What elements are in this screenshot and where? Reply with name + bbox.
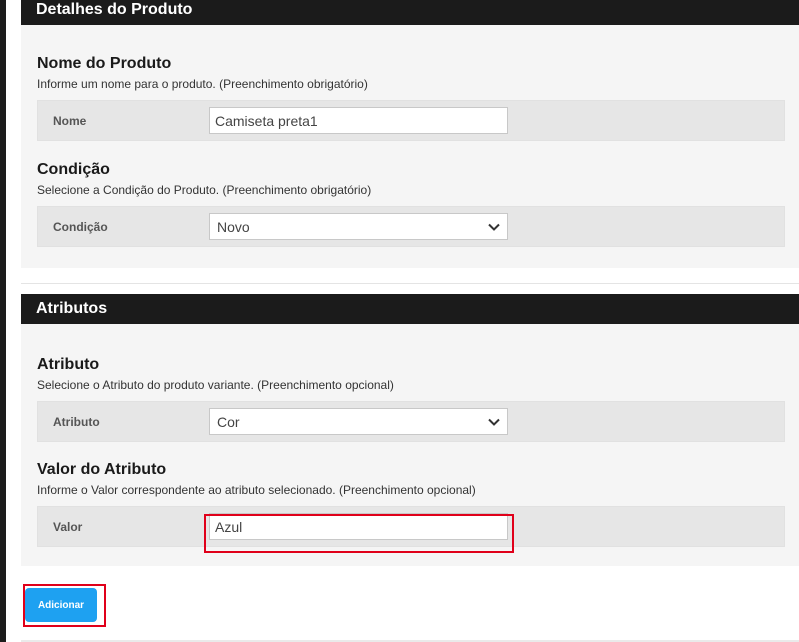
name-section-title: Nome do Produto bbox=[37, 55, 172, 72]
value-section-title: Valor do Atributo bbox=[37, 461, 167, 478]
product-details-panel: Detalhes do Produto Nome do Produto Info… bbox=[21, 0, 799, 284]
name-field-row: Nome Camiseta preta1 bbox=[37, 100, 785, 141]
condition-field-label: Condição bbox=[53, 219, 108, 234]
attributes-header: Atributos bbox=[21, 294, 799, 324]
condition-field-row: Condição Novo bbox=[37, 206, 785, 247]
attribute-select[interactable]: Cor bbox=[209, 408, 508, 435]
left-border bbox=[0, 0, 6, 642]
name-field-label: Nome bbox=[53, 113, 87, 128]
chevron-down-icon bbox=[488, 418, 500, 426]
attribute-section-description: Selecione o Atributo do produto variante… bbox=[37, 378, 394, 392]
add-button[interactable]: Adicionar bbox=[25, 588, 97, 622]
product-details-body: Nome do Produto Informe um nome para o p… bbox=[21, 25, 799, 268]
value-input-highlight bbox=[204, 514, 514, 553]
condition-section-title: Condição bbox=[37, 161, 110, 178]
chevron-down-icon bbox=[488, 223, 500, 231]
attribute-field-row: Atributo Cor bbox=[37, 401, 785, 442]
attribute-field-label: Atributo bbox=[53, 414, 100, 429]
name-input[interactable]: Camiseta preta1 bbox=[209, 107, 508, 134]
condition-select[interactable]: Novo bbox=[209, 213, 508, 240]
condition-section-description: Selecione a Condição do Produto. (Preenc… bbox=[37, 183, 372, 197]
attribute-select-value: Cor bbox=[217, 413, 240, 430]
value-field-label: Valor bbox=[53, 519, 83, 534]
product-details-header: Detalhes do Produto bbox=[21, 0, 799, 25]
condition-select-value: Novo bbox=[217, 218, 250, 235]
name-section-description: Informe um nome para o produto. (Preench… bbox=[37, 77, 368, 91]
attribute-section-title: Atributo bbox=[37, 356, 100, 373]
value-section-description: Informe o Valor correspondente ao atribu… bbox=[37, 483, 476, 497]
